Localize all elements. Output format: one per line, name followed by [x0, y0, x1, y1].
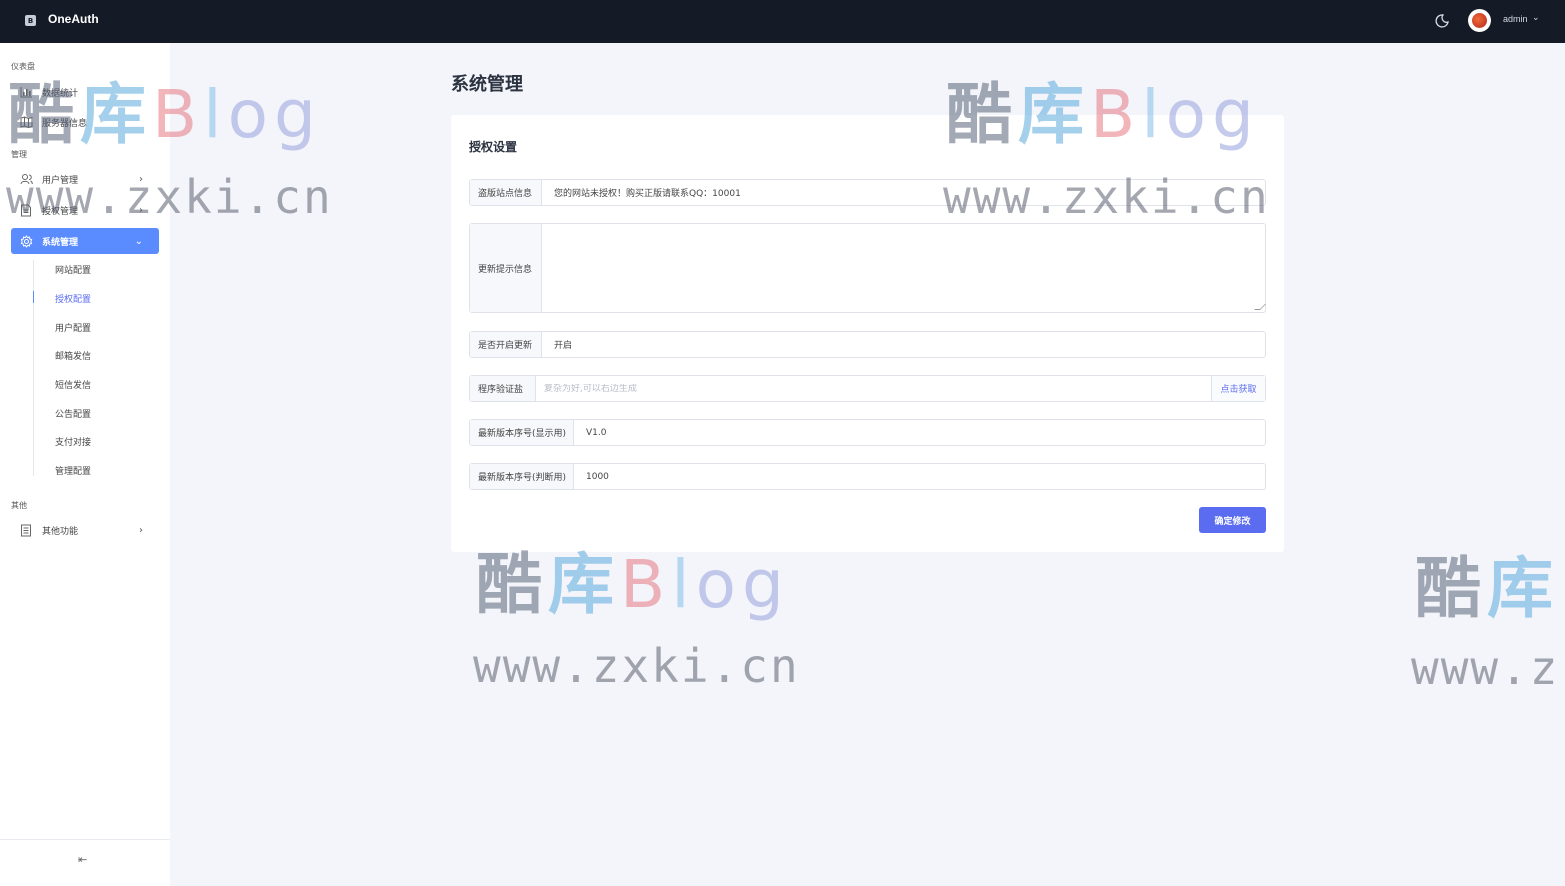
sidebar-item-stats[interactable]: 数据统计	[11, 79, 159, 105]
submenu-user-config[interactable]: 用户配置	[55, 321, 91, 334]
card-title: 授权设置	[469, 140, 518, 154]
sidebar-item-license[interactable]: 授权管理 ›	[11, 197, 159, 223]
sidebar-section-other: 其他	[11, 501, 27, 510]
submenu-notice[interactable]: 公告配置	[55, 407, 91, 420]
avatar[interactable]	[1468, 9, 1491, 32]
sidebar-footer-divider	[0, 839, 170, 840]
version-display-row: 最新版本序号(显示用)	[469, 419, 1266, 446]
update-tip-textarea[interactable]	[542, 224, 1265, 312]
sidebar-item-label: 授权管理	[42, 206, 79, 217]
sidebar-section-manage: 管理	[11, 150, 27, 159]
update-enabled-select[interactable]: 开启	[542, 332, 1265, 357]
update-enabled-row: 是否开启更新 开启	[469, 331, 1266, 358]
version-judge-row: 最新版本序号(判断用)	[469, 463, 1266, 490]
update-tip-field[interactable]	[542, 224, 1266, 312]
sidebar-item-label: 用户管理	[42, 175, 79, 186]
version-judge-input[interactable]	[586, 471, 1265, 482]
map-icon	[19, 115, 33, 129]
field-label: 是否开启更新	[470, 332, 542, 357]
submenu-sms[interactable]: 短信发信	[55, 378, 91, 391]
sidebar-item-label: 服务器信息	[42, 118, 88, 129]
submenu-license-config[interactable]: 授权配置	[55, 292, 91, 305]
submenu-email[interactable]: 邮箱发信	[55, 349, 91, 362]
top-bar: B OneAuth admin ⌄	[0, 0, 1565, 43]
watermark-url-partial: www.z	[1411, 641, 1560, 695]
program-key-field[interactable]	[536, 376, 1211, 401]
sidebar-item-label: 数据统计	[42, 88, 79, 99]
field-label: 更新提示信息	[470, 224, 542, 312]
moon-icon[interactable]	[1434, 13, 1450, 29]
program-key-input[interactable]	[544, 383, 1211, 394]
pirate-info-row: 盗版站点信息	[469, 179, 1266, 206]
list-icon	[19, 523, 33, 537]
gear-icon	[19, 234, 33, 248]
users-icon	[19, 172, 33, 186]
sidebar-item-users[interactable]: 用户管理 ›	[11, 166, 159, 192]
field-label: 最新版本序号(判断用)	[470, 464, 574, 489]
update-tip-row: 更新提示信息	[469, 223, 1266, 313]
sidebar-item-system[interactable]: 系统管理 ⌄	[11, 228, 159, 254]
version-judge-field[interactable]	[574, 464, 1265, 489]
brand-name[interactable]: OneAuth	[48, 12, 99, 26]
watermark-logo: 酷库Blog	[476, 546, 790, 623]
version-display-input[interactable]	[586, 427, 1265, 438]
sidebar: 仪表盘 数据统计 服务器信息 管理 用户管理 › 授权管理 › 系统管理 ⌄ 网…	[0, 43, 170, 886]
collapse-sidebar-icon[interactable]: ⇤	[78, 853, 87, 866]
chevron-right-icon: ›	[139, 204, 143, 216]
submenu-site-config[interactable]: 网站配置	[55, 263, 91, 276]
chevron-right-icon: ›	[139, 173, 143, 185]
pirate-info-input[interactable]	[554, 187, 1265, 198]
pirate-info-field[interactable]	[542, 180, 1265, 205]
license-settings-card: 授权设置 盗版站点信息 更新提示信息 是否开启更新 开启 程序验证盐 点击获取 …	[451, 115, 1284, 552]
chart-icon	[19, 85, 33, 99]
sidebar-item-other-functions[interactable]: 其他功能 ›	[11, 517, 159, 543]
field-label: 盗版站点信息	[470, 180, 542, 205]
field-label: 最新版本序号(显示用)	[470, 420, 574, 445]
user-name[interactable]: admin	[1503, 14, 1528, 24]
watermark-url: www.zxki.cn	[473, 639, 800, 693]
submit-button[interactable]: 确定修改	[1199, 507, 1266, 533]
version-display-field[interactable]	[574, 420, 1265, 445]
logo-icon: B	[25, 15, 36, 26]
sidebar-item-label: 系统管理	[42, 237, 79, 248]
chevron-right-icon: ›	[139, 524, 143, 536]
sidebar-section-dashboard: 仪表盘	[11, 62, 35, 71]
chevron-down-icon: ⌄	[134, 235, 143, 247]
sidebar-item-server-info[interactable]: 服务器信息	[11, 109, 159, 135]
document-icon	[19, 203, 33, 217]
submenu-admin-config[interactable]: 管理配置	[55, 464, 91, 477]
submenu-active-marker	[33, 291, 34, 303]
submenu-payment[interactable]: 支付对接	[55, 435, 91, 448]
field-label: 程序验证盐	[470, 376, 536, 401]
page-title: 系统管理	[451, 74, 523, 95]
program-key-row: 程序验证盐 点击获取	[469, 375, 1266, 402]
generate-key-button[interactable]: 点击获取	[1211, 376, 1265, 401]
sidebar-item-label: 其他功能	[42, 526, 79, 537]
chevron-down-icon[interactable]: ⌄	[1532, 13, 1540, 23]
watermark-logo-partial: 酷库	[1415, 550, 1559, 627]
